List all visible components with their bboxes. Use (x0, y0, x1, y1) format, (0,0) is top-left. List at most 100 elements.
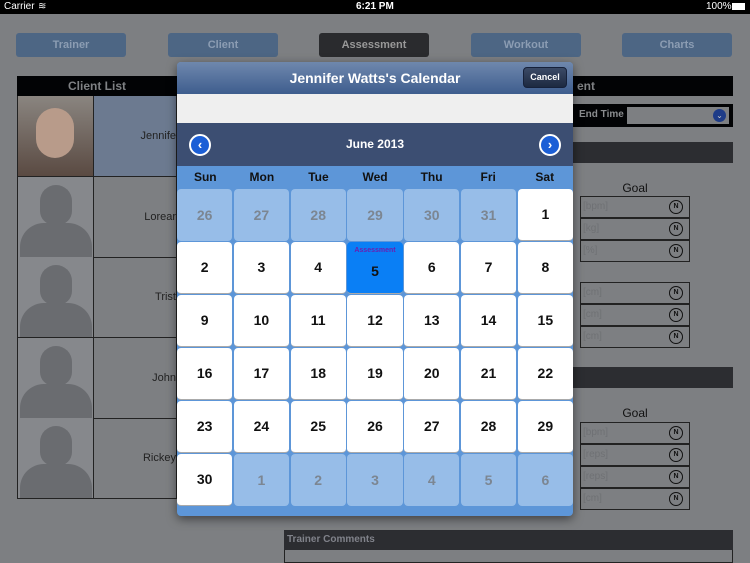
day-cell[interactable]: 24 (233, 401, 290, 453)
day-cell[interactable]: 1 (517, 189, 573, 241)
day-cell[interactable]: 18 (290, 348, 346, 400)
prev-month-icon[interactable]: ‹ (189, 134, 211, 156)
day-cell[interactable]: 30 (404, 189, 460, 241)
day-number: 22 (537, 365, 554, 382)
day-cell[interactable]: 1 (233, 454, 290, 506)
day-cell[interactable]: 11 (290, 295, 346, 347)
day-cell[interactable]: 13 (404, 295, 460, 347)
n-button-icon[interactable]: N (669, 222, 683, 236)
n-button-icon[interactable]: N (669, 286, 683, 300)
n-button-icon[interactable]: N (669, 200, 683, 214)
day-cell[interactable]: 9 (177, 295, 233, 347)
n-button-icon[interactable]: N (669, 426, 683, 440)
battery-icon (732, 3, 745, 10)
day-number: 1 (257, 471, 266, 488)
day-cell[interactable]: 23 (177, 401, 233, 453)
n-button-icon[interactable]: N (669, 308, 683, 322)
chevron-down-icon[interactable]: ⌄ (713, 109, 726, 122)
day-number: 28 (480, 418, 497, 435)
goal-field[interactable]: [cm] N (580, 282, 690, 304)
n-button-icon[interactable]: N (669, 330, 683, 344)
goal-field[interactable]: [reps] N (580, 466, 690, 488)
day-cell[interactable]: 30 (177, 454, 233, 506)
n-button-icon[interactable]: N (669, 492, 683, 506)
goal-field[interactable]: [bpm] N (580, 196, 690, 218)
day-cell[interactable]: 17 (233, 348, 290, 400)
day-cell[interactable]: 10 (233, 295, 290, 347)
day-number: 9 (200, 312, 209, 329)
day-cell[interactable]: 14 (460, 295, 517, 347)
day-cell[interactable]: 4 (290, 242, 346, 294)
goal-field[interactable]: [cm] N (580, 304, 690, 326)
day-cell[interactable]: 21 (460, 348, 517, 400)
tab-client[interactable]: Client (168, 33, 278, 57)
day-cell[interactable]: 6 (517, 454, 573, 506)
goal-field[interactable]: [%] N (580, 240, 690, 262)
day-cell[interactable]: 7 (460, 242, 517, 294)
day-number: 26 (196, 206, 213, 223)
client-row[interactable]: Jennife (17, 96, 177, 177)
goal-field[interactable]: [bpm] N (580, 422, 690, 444)
day-cell[interactable]: 27 (233, 189, 290, 241)
day-cell[interactable]: 20 (404, 348, 460, 400)
day-cell[interactable]: 29 (517, 401, 573, 453)
weekday-label: Sun (193, 170, 217, 184)
tab-workout[interactable]: Workout (471, 33, 581, 57)
field-placeholder: [cm] (583, 309, 602, 320)
day-cell[interactable]: 6 (404, 242, 460, 294)
day-cell[interactable]: 4 (404, 454, 460, 506)
day-cell[interactable]: 28 (460, 401, 517, 453)
cancel-button[interactable]: Cancel (523, 67, 567, 88)
carrier: Carrier (4, 1, 35, 12)
day-number: 23 (196, 418, 213, 435)
day-cell[interactable]: 16 (177, 348, 233, 400)
day-cell[interactable]: 2 (290, 454, 346, 506)
client-row[interactable]: Rickey (17, 418, 177, 499)
weekday-label: Wed (362, 170, 388, 184)
day-cell[interactable]: 5 (460, 454, 517, 506)
tab-charts[interactable]: Charts (622, 33, 732, 57)
day-cell[interactable]: 12 (347, 295, 403, 347)
field-placeholder: [kg] (583, 223, 600, 234)
field-placeholder: [cm] (583, 287, 602, 298)
n-button-icon[interactable]: N (669, 448, 683, 462)
day-cell[interactable]: 3 (233, 242, 290, 294)
day-cell[interactable]: 22 (517, 348, 573, 400)
calendar-grid: 26 27 28 29 30 31 1 2 3 4 Assessment 5 6 7 8 9 10 11 12 13 1… (177, 189, 573, 506)
goal-field[interactable]: [reps] N (580, 444, 690, 466)
day-cell[interactable]: 25 (290, 401, 346, 453)
day-cell[interactable]: 15 (517, 295, 573, 347)
weekday-label: Thu (420, 170, 443, 184)
avatar-placeholder-icon (18, 418, 94, 498)
end-time-select[interactable]: ⌄ (627, 107, 729, 124)
day-cell[interactable]: 2 (177, 242, 233, 294)
day-cell[interactable]: 19 (347, 348, 403, 400)
trainer-comments-input[interactable] (284, 550, 733, 563)
tab-assessment[interactable]: Assessment (319, 33, 429, 57)
day-cell[interactable]: 8 (517, 242, 573, 294)
day-number: 24 (253, 418, 270, 435)
n-button-icon[interactable]: N (669, 470, 683, 484)
day-cell[interactable]: 28 (290, 189, 346, 241)
day-cell[interactable]: 26 (347, 401, 403, 453)
day-cell[interactable]: 29 (347, 189, 403, 241)
day-number: 31 (480, 206, 497, 223)
goal-field[interactable]: [kg] N (580, 218, 690, 240)
n-button-icon[interactable]: N (669, 244, 683, 258)
client-row[interactable]: Trist (17, 257, 177, 338)
calendar-popover: Jennifer Watts's Calendar Cancel ‹ June … (177, 62, 573, 516)
day-cell[interactable]: Assessment 5 (347, 242, 403, 294)
day-cell[interactable]: 3 (347, 454, 403, 506)
month-header: ‹ June 2013 › (177, 123, 573, 166)
day-cell[interactable]: 26 (177, 189, 233, 241)
day-cell[interactable]: 31 (460, 189, 517, 241)
field-placeholder: [cm] (583, 331, 602, 342)
next-month-icon[interactable]: › (539, 134, 561, 156)
day-number: 26 (367, 418, 383, 435)
day-cell[interactable]: 27 (404, 401, 460, 453)
client-row[interactable]: Lorear (17, 176, 177, 258)
goal-field[interactable]: [cm] N (580, 488, 690, 510)
tab-trainer[interactable]: Trainer (16, 33, 126, 57)
client-row[interactable]: John (17, 337, 177, 419)
goal-field[interactable]: [cm] N (580, 326, 690, 348)
